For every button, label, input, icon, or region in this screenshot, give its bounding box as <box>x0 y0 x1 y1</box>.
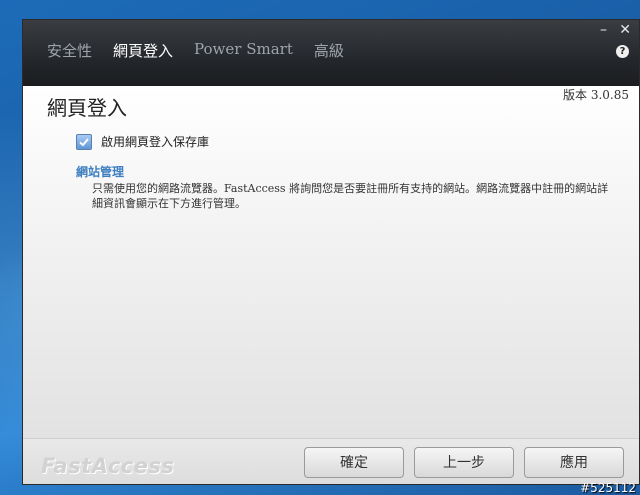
checkmark-icon <box>79 137 89 146</box>
page-title: 網頁登入 <box>47 96 127 120</box>
ok-button[interactable]: 確定 <box>304 447 404 478</box>
minimize-icon[interactable]: – <box>600 22 607 38</box>
main-content: 版本 3.0.85 網頁登入 啟用網頁登入保存庫 網站管理 只需使用您的網路流覽… <box>23 86 639 438</box>
enable-vault-option[interactable]: 啟用網頁登入保存庫 <box>76 133 209 150</box>
title-bar: 安全性 網頁登入 Power Smart 高級 – ✕ ? <box>23 20 639 86</box>
enable-vault-label: 啟用網頁登入保存庫 <box>101 135 210 149</box>
tab-security[interactable]: 安全性 <box>47 40 92 61</box>
help-icon[interactable]: ? <box>616 45 629 58</box>
section-title: 網站管理 <box>76 165 125 179</box>
top-nav: 安全性 網頁登入 Power Smart 高級 <box>47 40 365 61</box>
fastaccess-window: 安全性 網頁登入 Power Smart 高級 – ✕ ? 版本 3.0.85 … <box>22 19 640 485</box>
fastaccess-logo: FastAccess <box>41 454 175 478</box>
tab-power-smart[interactable]: Power Smart <box>194 40 293 61</box>
tab-web-login[interactable]: 網頁登入 <box>113 40 173 61</box>
back-button[interactable]: 上一步 <box>414 447 514 478</box>
version-label: 版本 3.0.85 <box>563 88 629 102</box>
enable-vault-checkbox[interactable] <box>76 133 92 150</box>
tab-advanced[interactable]: 高級 <box>314 40 344 61</box>
section-description: 只需使用您的網路流覽器。FastAccess 將詢問您是否要註冊所有支持的網站。… <box>92 182 609 210</box>
watermark-id: #525112 <box>580 481 636 495</box>
footer-bar: FastAccess 確定 上一步 應用 <box>23 438 639 484</box>
close-icon[interactable]: ✕ <box>619 22 631 38</box>
apply-button[interactable]: 應用 <box>524 447 624 478</box>
